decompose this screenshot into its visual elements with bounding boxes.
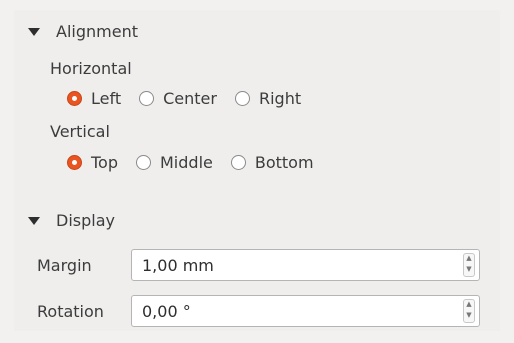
alignment-header-label: Alignment	[56, 22, 138, 41]
horizontal-right-radio[interactable]: Right	[234, 89, 302, 108]
collapse-triangle-icon[interactable]	[28, 27, 40, 36]
collapse-triangle-icon[interactable]	[28, 216, 40, 225]
chevron-up-icon[interactable]: ▲	[466, 255, 471, 264]
radio-label: Bottom	[254, 153, 314, 172]
rotation-spinbox[interactable]: 0,00 ° ▲ ▼	[131, 295, 480, 327]
radio-checked-icon[interactable]	[67, 91, 82, 106]
chevron-up-icon[interactable]: ▲	[466, 301, 471, 310]
radio-unchecked-icon[interactable]	[230, 155, 246, 170]
rotation-spin-buttons[interactable]: ▲ ▼	[463, 299, 475, 323]
radio-unchecked-icon[interactable]	[234, 91, 250, 106]
margin-spinbox[interactable]: 1,00 mm ▲ ▼	[131, 249, 480, 281]
radio-label: Left	[91, 89, 122, 108]
margin-label: Margin	[37, 255, 92, 275]
chevron-down-icon[interactable]: ▼	[466, 266, 471, 275]
radio-checked-icon[interactable]	[67, 155, 82, 170]
radio-label: Center	[163, 89, 217, 108]
margin-row: Margin 1,00 mm ▲ ▼	[37, 249, 480, 281]
vertical-label: Vertical	[50, 122, 110, 141]
chevron-down-icon[interactable]: ▼	[466, 312, 471, 321]
radio-unchecked-icon[interactable]	[139, 91, 155, 106]
radio-label: Top	[91, 153, 118, 172]
vertical-bottom-radio[interactable]: Bottom	[230, 153, 314, 172]
horizontal-radio-group: Left Center Right	[67, 89, 319, 108]
vertical-radio-group: Top Middle Bottom	[67, 153, 332, 172]
display-header-label: Display	[56, 211, 115, 230]
horizontal-center-radio[interactable]: Center	[139, 89, 217, 108]
horizontal-left-radio[interactable]: Left	[67, 89, 121, 108]
rotation-label: Rotation	[37, 301, 104, 321]
alignment-section-header[interactable]: Alignment	[28, 22, 138, 41]
display-section-header[interactable]: Display	[28, 211, 115, 230]
rotation-row: Rotation 0,00 ° ▲ ▼	[37, 295, 480, 327]
radio-label: Right	[258, 89, 302, 108]
horizontal-label: Horizontal	[50, 59, 132, 78]
vertical-top-radio[interactable]: Top	[67, 153, 118, 172]
radio-unchecked-icon[interactable]	[136, 155, 151, 170]
radio-label: Middle	[160, 153, 213, 172]
vertical-middle-radio[interactable]: Middle	[136, 153, 213, 172]
margin-value[interactable]: 1,00 mm	[132, 256, 214, 275]
margin-spin-buttons[interactable]: ▲ ▼	[463, 253, 475, 277]
rotation-value[interactable]: 0,00 °	[132, 302, 191, 321]
